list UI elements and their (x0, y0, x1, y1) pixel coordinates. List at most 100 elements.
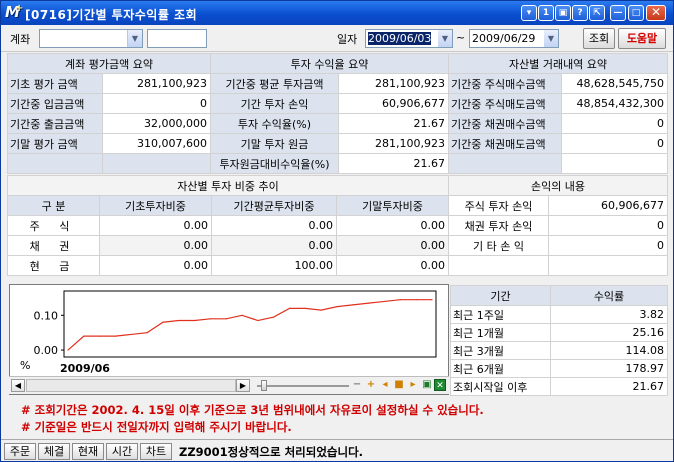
order-button[interactable]: 주문 (4, 443, 36, 460)
row-value: 281,100,923 (338, 73, 449, 94)
account-combo[interactable]: ▼ (39, 29, 143, 48)
execution-button[interactable]: 체결 (38, 443, 70, 460)
query-bar: 계좌 ▼ 일자 2009/06/03 ▼ ~ 2009/06/29 ▼ 조회 도… (1, 25, 673, 52)
plot-area (63, 290, 437, 358)
row-label: 기간중 입금금액 (7, 93, 103, 114)
excel-icon[interactable]: ▣ (421, 379, 433, 391)
next-icon[interactable]: ▸ (407, 379, 419, 391)
maximize-button[interactable]: □ (628, 5, 644, 21)
screen-number-button[interactable]: 1 (538, 5, 554, 21)
row-value: 0 (560, 133, 669, 154)
scroll-left-button[interactable]: ◀ (11, 379, 25, 392)
row-value: 114.08 (550, 341, 668, 360)
detach-button[interactable]: ⇱ (589, 5, 605, 21)
row-value: 60,906,677 (547, 195, 669, 216)
row-label: 기말 투자 원금 (210, 133, 339, 154)
row-label: 기말 평가 금액 (7, 133, 103, 154)
notes-panel: # 조회기간은 2002. 4. 15일 이후 기준으로 3년 범위내에서 자유… (9, 398, 666, 436)
cell-value: 100.00 (211, 255, 337, 276)
row-label: 기간중 평균 투자금액 (210, 73, 339, 94)
search-button[interactable]: 조회 (583, 28, 615, 49)
data-point (352, 304, 354, 306)
title-bar: M + [0716]기간별 투자수익률 조회 ▾ 1 ▣ ? ⇱ — □ ✕ (1, 1, 673, 25)
close-button[interactable]: ✕ (646, 5, 666, 21)
empty-cell (560, 153, 669, 174)
note-text: # 조회기간은 2002. 4. 15일 이후 기준으로 3년 범위내에서 자유… (21, 403, 484, 417)
pnl-title: 손익의 내용 (447, 175, 669, 196)
column-header: 수익률 (550, 285, 668, 306)
account-name-field (147, 29, 207, 48)
row-value: 0 (547, 235, 669, 256)
window-title: [0716]기간별 투자수익률 조회 (25, 8, 198, 22)
note-text: # 기준일은 반드시 전일자까지 입력해 주시기 바랍니다. (21, 420, 292, 434)
row-label: 기 타 손 익 (448, 235, 549, 256)
row-value: 0 (547, 215, 669, 236)
data-point (304, 307, 306, 309)
y-tick-label: 0.10 (34, 309, 59, 322)
return-summary-table: 투자 수익율 요약 기간중 평균 투자금액 281,100,923 기간 투자 손… (210, 53, 449, 174)
data-point (336, 306, 338, 308)
cell-value: 0.00 (99, 215, 212, 236)
row-value: 21.67 (338, 153, 449, 174)
chevron-down-icon[interactable]: ▼ (438, 30, 452, 47)
row-value: 281,100,923 (101, 73, 212, 94)
row-value: 281,100,923 (338, 133, 449, 154)
start-date-input[interactable]: 2009/06/03 ▼ (365, 29, 453, 48)
plus-icon[interactable]: + (365, 379, 377, 391)
row-value: 60,906,677 (338, 93, 449, 114)
asset-weight-table: 자산별 투자 비중 추이 구 분 기초투자비중 기간평균투자비중 기말투자비중 … (6, 175, 450, 276)
current-price-button[interactable]: 현재 (72, 443, 104, 460)
data-point (241, 314, 243, 316)
row-label: 기간중 주식매도금액 (448, 93, 562, 114)
data-point (114, 335, 117, 337)
row-value: 178.97 (550, 359, 668, 378)
excel-export-icon[interactable]: ✕ (434, 379, 446, 391)
empty-cell (448, 255, 549, 276)
row-value: 0 (101, 93, 212, 114)
row-value: 310,007,600 (101, 133, 212, 154)
end-date-value: 2009/06/29 (472, 32, 536, 45)
data-point (415, 299, 417, 301)
cell-value: 0.00 (335, 235, 450, 256)
data-point (273, 316, 275, 318)
data-point (162, 321, 164, 323)
row-label: 기간중 주식매수금액 (448, 73, 562, 94)
zoom-slider-track[interactable] (257, 385, 349, 387)
end-date-input[interactable]: 2009/06/29 ▼ (469, 29, 559, 48)
account-label: 계좌 (10, 33, 31, 46)
row-label: 최근 1주일 (450, 305, 551, 324)
help-question-button[interactable]: ? (572, 5, 588, 21)
chart-button[interactable]: 차트 (140, 443, 172, 460)
period-return-table: 기간 수익률 최근 1주일 3.82 최근 1개월 25.16 최근 3개월 114.… (450, 285, 668, 396)
column-header: 기간 (450, 285, 551, 306)
column-header: 기간평균투자비중 (211, 195, 337, 216)
menu-dropdown-button[interactable]: ▾ (521, 5, 537, 21)
start-date-value: 2009/06/03 (368, 32, 432, 45)
scroll-right-button[interactable]: ▶ (236, 379, 250, 392)
row-label: 현 금 (7, 255, 100, 276)
row-label: 투자원금대비수익율(%) (210, 153, 339, 174)
stop-icon[interactable]: ■ (393, 379, 405, 391)
chart-scrollbar-track[interactable] (26, 379, 236, 392)
chevron-down-icon[interactable]: ▼ (544, 30, 558, 47)
return-summary-header: 투자 수익율 요약 (210, 53, 449, 74)
row-value: 21.67 (550, 377, 668, 396)
print-button[interactable]: ▣ (555, 5, 571, 21)
data-point (368, 302, 370, 304)
chevron-down-icon[interactable]: ▼ (127, 30, 142, 47)
data-point (399, 299, 401, 301)
data-point (383, 300, 386, 303)
time-button[interactable]: 시간 (106, 443, 138, 460)
zoom-slider-thumb[interactable] (261, 380, 267, 391)
column-header: 기초투자비중 (99, 195, 212, 216)
status-bar: 주문 체결 현재 시간 차트 ZZ9001정상적으로 처리되었습니다. (1, 439, 673, 461)
prev-icon[interactable]: ◂ (379, 379, 391, 391)
status-message: ZZ9001정상적으로 처리되었습니다. (179, 445, 364, 459)
column-header: 기말투자비중 (335, 195, 450, 216)
cell-value: 0.00 (211, 235, 337, 256)
minus-icon[interactable]: − (351, 379, 363, 391)
x-axis-label: 2009/06 (60, 362, 110, 375)
row-value: 48,628,545,750 (560, 73, 669, 94)
minimize-button[interactable]: — (610, 5, 626, 21)
help-button[interactable]: 도움말 (618, 28, 666, 49)
